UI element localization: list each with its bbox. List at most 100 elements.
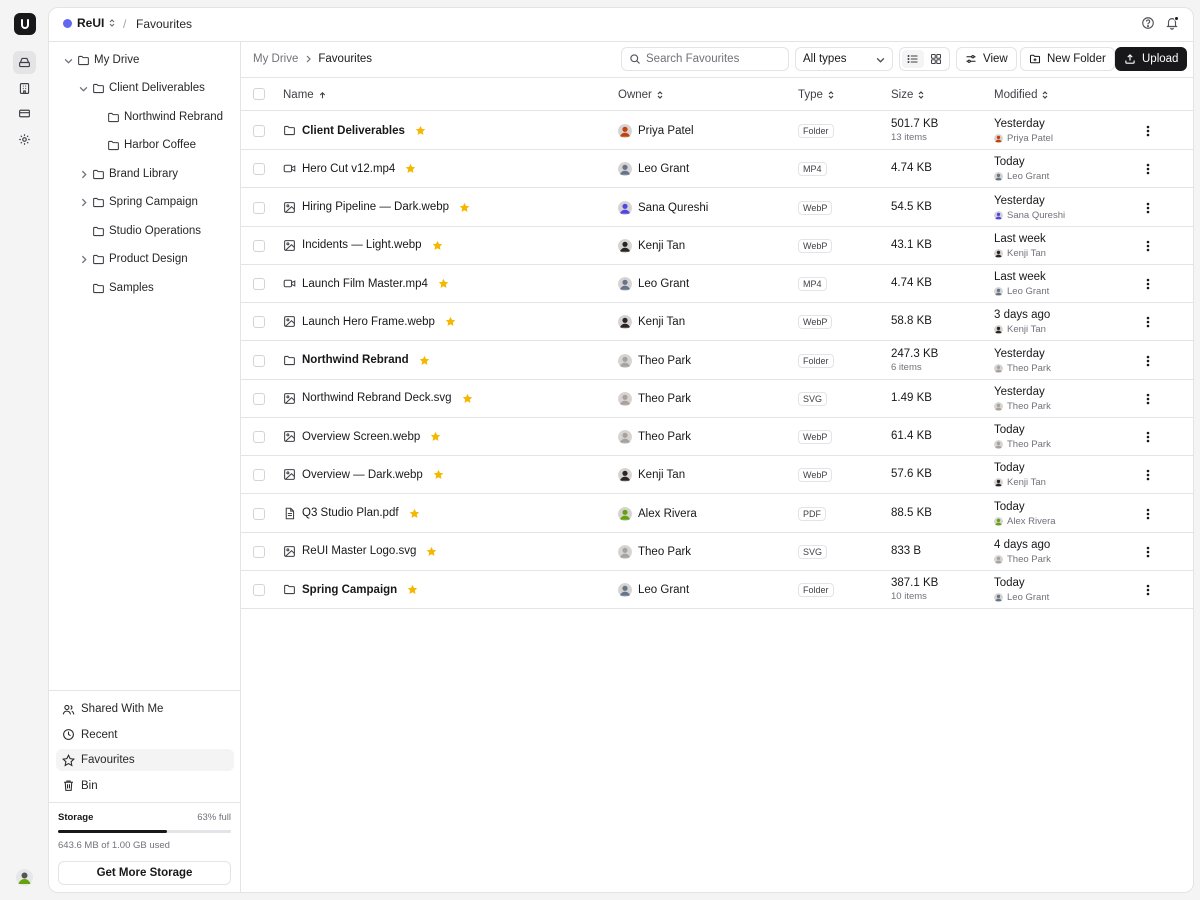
chevron-right-icon[interactable] bbox=[78, 170, 88, 179]
column-type[interactable]: Type bbox=[798, 89, 835, 101]
user-avatar[interactable] bbox=[16, 869, 33, 886]
more-actions-icon[interactable] bbox=[1141, 239, 1155, 253]
row-checkbox[interactable] bbox=[253, 125, 265, 137]
notifications-bell-icon[interactable] bbox=[1165, 16, 1179, 30]
star-icon[interactable] bbox=[415, 125, 426, 136]
table-row[interactable]: Overview Screen.webp Theo Park WebP 61.4 KB… bbox=[241, 418, 1193, 456]
file-name-cell[interactable]: Incidents — Light.webp bbox=[283, 239, 443, 252]
table-row[interactable]: Launch Hero Frame.webp Kenji Tan WebP 58.8 … bbox=[241, 303, 1193, 342]
building-rail-icon[interactable] bbox=[13, 77, 36, 100]
select-all-checkbox[interactable] bbox=[253, 88, 265, 100]
row-checkbox[interactable] bbox=[253, 316, 265, 329]
chevron-right-icon[interactable] bbox=[78, 255, 88, 264]
row-checkbox[interactable] bbox=[253, 584, 265, 596]
view-button[interactable]: View bbox=[956, 47, 1017, 71]
row-checkbox[interactable] bbox=[253, 239, 265, 252]
drive-rail-icon[interactable] bbox=[13, 51, 36, 74]
more-actions-icon[interactable] bbox=[1141, 201, 1155, 215]
grid-view-icon[interactable] bbox=[925, 50, 947, 68]
upload-button[interactable]: Upload bbox=[1115, 47, 1188, 71]
star-icon[interactable] bbox=[433, 469, 444, 480]
sidebar-item-favourites[interactable]: Favourites bbox=[56, 749, 234, 771]
tree-item-spring-campaign[interactable]: Spring Campaign bbox=[78, 192, 198, 212]
file-name-cell[interactable]: Northwind Rebrand bbox=[283, 354, 430, 367]
star-icon[interactable] bbox=[409, 508, 420, 519]
billing-rail-icon[interactable] bbox=[13, 102, 36, 125]
app-logo-icon[interactable] bbox=[14, 13, 36, 35]
file-name-cell[interactable]: Spring Campaign bbox=[283, 583, 418, 596]
row-checkbox[interactable] bbox=[253, 469, 265, 482]
row-checkbox[interactable] bbox=[253, 392, 265, 405]
table-row[interactable]: Q3 Studio Plan.pdf Alex Rivera PDF 88.5 KB T… bbox=[241, 495, 1193, 533]
file-name-cell[interactable]: Client Deliverables bbox=[283, 124, 426, 137]
chevron-down-icon[interactable] bbox=[63, 56, 73, 65]
file-name-cell[interactable]: Q3 Studio Plan.pdf bbox=[283, 507, 420, 520]
tree-item-client-deliverables[interactable]: Client Deliverables bbox=[78, 78, 205, 98]
workspace-switcher[interactable]: ReUI bbox=[63, 16, 116, 30]
table-row[interactable]: Incidents — Light.webp Kenji Tan WebP 43.1 … bbox=[241, 227, 1193, 265]
more-actions-icon[interactable] bbox=[1141, 545, 1155, 559]
table-row[interactable]: Hero Cut v12.mp4 Leo Grant MP4 4.74 KB Today… bbox=[241, 150, 1193, 189]
sidebar-item-recent[interactable]: Recent bbox=[56, 724, 234, 746]
new-folder-button[interactable]: New Folder bbox=[1020, 47, 1115, 71]
tree-item-studio-operations[interactable]: Studio Operations bbox=[78, 221, 201, 241]
row-checkbox[interactable] bbox=[253, 354, 265, 367]
search-box[interactable] bbox=[621, 47, 789, 71]
more-actions-icon[interactable] bbox=[1141, 354, 1155, 368]
star-icon[interactable] bbox=[462, 393, 473, 404]
file-name-cell[interactable]: Hero Cut v12.mp4 bbox=[283, 162, 416, 175]
tree-item-harbor-coffee[interactable]: Harbor Coffee bbox=[93, 135, 196, 155]
help-icon[interactable] bbox=[1141, 16, 1155, 30]
table-row[interactable]: Northwind Rebrand Deck.svg Theo Park SVG 1.… bbox=[241, 380, 1193, 418]
file-name-cell[interactable]: Hiring Pipeline — Dark.webp bbox=[283, 201, 470, 214]
file-name-cell[interactable]: Northwind Rebrand Deck.svg bbox=[283, 392, 473, 405]
tree-item-northwind-rebrand[interactable]: Northwind Rebrand bbox=[93, 107, 223, 127]
tree-item-brand-library[interactable]: Brand Library bbox=[78, 164, 178, 184]
star-icon[interactable] bbox=[407, 584, 418, 595]
sidebar-item-shared-with-me[interactable]: Shared With Me bbox=[56, 698, 234, 720]
more-actions-icon[interactable] bbox=[1141, 430, 1155, 444]
file-name-cell[interactable]: Overview — Dark.webp bbox=[283, 468, 444, 481]
star-icon[interactable] bbox=[405, 163, 416, 174]
star-icon[interactable] bbox=[430, 431, 441, 442]
star-icon[interactable] bbox=[419, 355, 430, 366]
file-name-cell[interactable]: Launch Hero Frame.webp bbox=[283, 315, 456, 328]
tree-item-samples[interactable]: Samples bbox=[78, 278, 154, 298]
file-name-cell[interactable]: ReUI Master Logo.svg bbox=[283, 545, 437, 558]
sidebar-item-bin[interactable]: Bin bbox=[56, 775, 234, 797]
tree-item-product-design[interactable]: Product Design bbox=[78, 249, 188, 269]
more-actions-icon[interactable] bbox=[1141, 507, 1155, 521]
get-more-storage-button[interactable]: Get More Storage bbox=[58, 861, 231, 885]
table-row[interactable]: Northwind Rebrand Theo Park Folder 247.3 KB… bbox=[241, 342, 1193, 380]
settings-rail-icon[interactable] bbox=[13, 128, 36, 151]
star-icon[interactable] bbox=[426, 546, 437, 557]
more-actions-icon[interactable] bbox=[1141, 124, 1155, 138]
more-actions-icon[interactable] bbox=[1141, 583, 1155, 597]
more-actions-icon[interactable] bbox=[1141, 277, 1155, 291]
more-actions-icon[interactable] bbox=[1141, 162, 1155, 176]
star-icon[interactable] bbox=[438, 278, 449, 289]
search-input[interactable] bbox=[646, 53, 776, 65]
table-row[interactable]: Hiring Pipeline — Dark.webp Sana Qureshi W… bbox=[241, 189, 1193, 227]
tree-item-my-drive[interactable]: My Drive bbox=[63, 50, 139, 70]
table-row[interactable]: ReUI Master Logo.svg Theo Park SVG 833 B 4 d… bbox=[241, 533, 1193, 571]
star-icon[interactable] bbox=[445, 316, 456, 327]
file-name-cell[interactable]: Launch Film Master.mp4 bbox=[283, 277, 449, 290]
row-checkbox[interactable] bbox=[253, 545, 265, 558]
column-name[interactable]: Name bbox=[283, 89, 327, 101]
row-checkbox[interactable] bbox=[253, 507, 265, 520]
table-row[interactable]: Client Deliverables Priya Patel Folder 501.… bbox=[241, 112, 1193, 150]
file-name-cell[interactable]: Overview Screen.webp bbox=[283, 430, 441, 443]
breadcrumb-my-drive[interactable]: My Drive bbox=[253, 53, 298, 65]
more-actions-icon[interactable] bbox=[1141, 468, 1155, 482]
row-checkbox[interactable] bbox=[253, 163, 265, 176]
table-row[interactable]: Launch Film Master.mp4 Leo Grant MP4 4.74 K… bbox=[241, 265, 1193, 303]
more-actions-icon[interactable] bbox=[1141, 392, 1155, 406]
star-icon[interactable] bbox=[459, 202, 470, 213]
column-modified[interactable]: Modified bbox=[994, 89, 1049, 101]
row-checkbox[interactable] bbox=[253, 431, 265, 443]
chevron-down-icon[interactable] bbox=[78, 84, 88, 93]
type-filter-select[interactable]: All types bbox=[795, 47, 893, 71]
table-row[interactable]: Spring Campaign Leo Grant Folder 387.1 KB 10… bbox=[241, 571, 1193, 609]
table-row[interactable]: Overview — Dark.webp Kenji Tan WebP 57.6 KB… bbox=[241, 456, 1193, 495]
